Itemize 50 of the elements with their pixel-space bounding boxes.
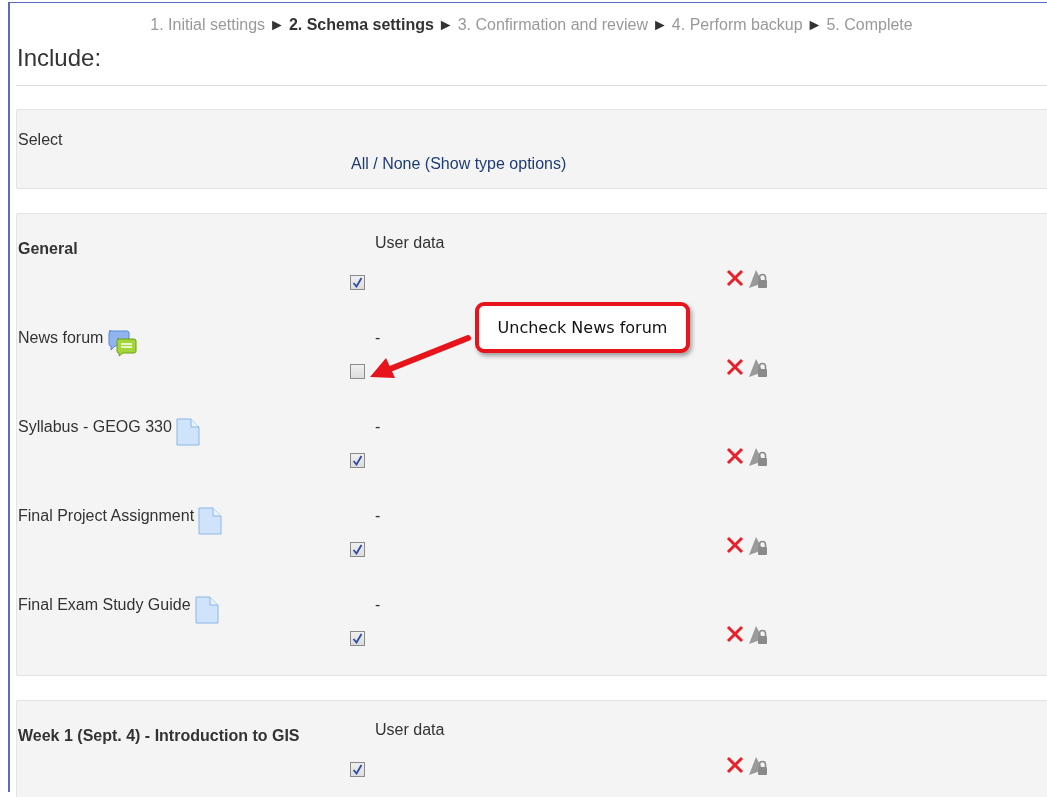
wizard-step: 3. Confirmation and review (457, 16, 648, 33)
document-icon (175, 418, 200, 446)
select-all-link[interactable]: All (351, 155, 369, 172)
section-title: General (18, 240, 78, 258)
delete-icon[interactable] (726, 625, 744, 643)
step-separator: ► (269, 16, 285, 33)
user-data-header: User data (375, 234, 446, 252)
show-type-options-link[interactable]: (Show type options) (424, 155, 567, 172)
select-none-link[interactable]: None (382, 155, 421, 172)
checkbox[interactable] (350, 364, 365, 379)
activity-label: News forum (18, 329, 104, 347)
page-title: Include: (17, 43, 103, 73)
wizard-step: 2. Schema settings (288, 16, 434, 33)
triangle-lock-icon (748, 447, 768, 467)
user-data-value: - (375, 596, 382, 614)
activity-label: Final Project Assignment (18, 507, 195, 525)
step-separator: ► (652, 16, 668, 33)
delete-icon[interactable] (726, 358, 744, 376)
checkbox[interactable] (350, 453, 365, 468)
delete-icon[interactable] (726, 756, 744, 774)
wizard-step: 1. Initial settings (150, 16, 266, 33)
delete-icon[interactable] (726, 536, 744, 554)
triangle-lock-icon (748, 536, 768, 556)
checkbox[interactable] (350, 762, 365, 777)
section-title: Week 1 (Sept. 4) - Introduction to GIS (18, 727, 300, 745)
checkbox[interactable] (350, 631, 365, 646)
document-icon (198, 507, 223, 535)
checkbox[interactable] (350, 542, 365, 557)
triangle-lock-icon (748, 625, 768, 645)
activity-label: Final Exam Study Guide (18, 596, 191, 614)
chat-bubbles-icon (107, 329, 138, 357)
select-label: Select (18, 131, 63, 148)
link-divider: / (373, 155, 378, 172)
user-data-value: - (375, 507, 382, 525)
user-data-value: - (375, 329, 382, 347)
document-icon (194, 596, 219, 624)
triangle-lock-icon (748, 756, 768, 776)
activity-label: Syllabus - GEOG 330 (18, 418, 172, 436)
delete-icon[interactable] (726, 447, 744, 465)
step-separator: ► (437, 16, 454, 33)
triangle-lock-icon (748, 269, 768, 289)
user-data-value: - (375, 418, 382, 436)
step-separator: ► (806, 16, 823, 33)
wizard-step: 4. Perform backup (671, 16, 803, 33)
callout: Uncheck News forum (475, 302, 690, 353)
checkbox[interactable] (350, 275, 365, 290)
delete-icon[interactable] (726, 269, 744, 287)
triangle-lock-icon (748, 358, 768, 378)
wizard-step: 5. Complete (826, 16, 913, 33)
user-data-header: User data (375, 721, 446, 739)
